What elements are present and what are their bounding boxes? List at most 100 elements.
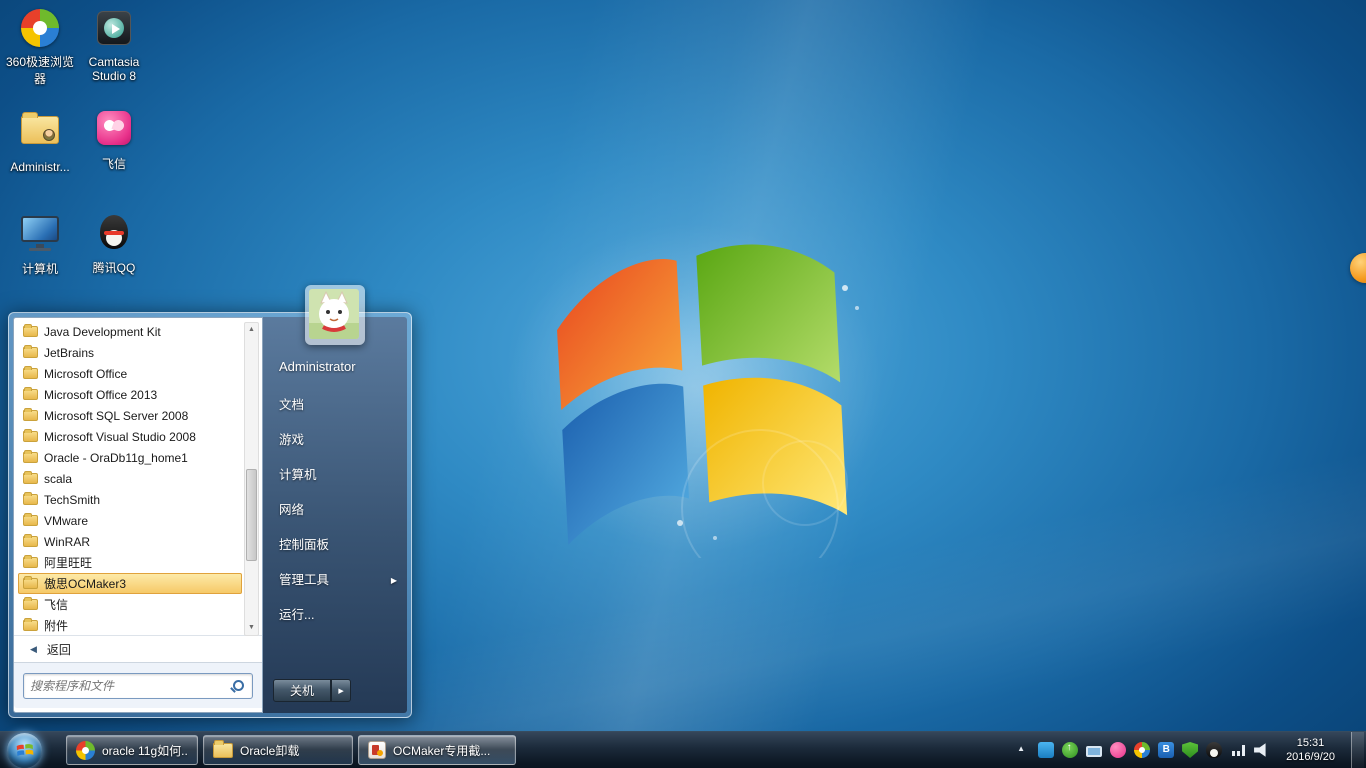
nav-item-games[interactable]: 游戏 xyxy=(263,423,407,458)
fetion-icon[interactable] xyxy=(1110,742,1127,758)
start-menu-program[interactable]: Microsoft Visual Studio 2008 xyxy=(18,426,242,447)
user-avatar[interactable] xyxy=(305,285,365,345)
folder-icon xyxy=(23,576,38,589)
scroll-up-arrow[interactable]: ▲ xyxy=(245,323,258,337)
program-label: Oracle - OraDb11g_home1 xyxy=(44,450,188,465)
taskbar: oracle 11g如何... Oracle卸载 OCMaker专用截... ▲… xyxy=(0,731,1366,768)
user-name[interactable]: Administrator xyxy=(263,359,407,374)
windows-logo xyxy=(507,223,883,558)
volume-icon[interactable] xyxy=(1254,743,1266,757)
start-menu-program[interactable]: Microsoft Office 2013 xyxy=(18,384,242,405)
start-menu-nav: 文档 游戏 计算机 网络 控制面板 管理工具 ▶ 运行... xyxy=(263,388,407,633)
desktop-icon-label: 飞信 xyxy=(101,157,126,171)
desktop-icon-label: Camtasia Studio 8 xyxy=(88,55,140,83)
start-menu-program-selected[interactable]: 傲思OCMaker3 xyxy=(18,573,242,594)
start-menu-right-panel: Administrator 文档 游戏 计算机 网络 控制面板 管理工具 ▶ 运… xyxy=(263,285,407,713)
camtasia-icon xyxy=(97,11,131,45)
360safe-shield-icon[interactable] xyxy=(1182,742,1199,758)
clock-time: 15:31 xyxy=(1296,736,1325,749)
show-desktop-button[interactable] xyxy=(1351,731,1364,768)
start-menu-program[interactable]: VMware xyxy=(18,510,242,531)
system-tray: 15:31 2016/9/20 xyxy=(1014,731,1366,768)
taskbar-clock[interactable]: 15:31 2016/9/20 xyxy=(1278,736,1343,765)
360-browser-icon[interactable] xyxy=(1134,742,1151,758)
nav-item-network[interactable]: 网络 xyxy=(263,493,407,528)
shutdown-options-arrow[interactable]: ▶ xyxy=(331,679,352,702)
folder-icon xyxy=(23,534,38,547)
desktop-icon-camtasia[interactable]: Camtasia Studio 8 xyxy=(76,8,152,83)
taskbar-button-oracle-uninstall[interactable]: Oracle卸载 xyxy=(203,735,353,765)
display-icon[interactable] xyxy=(1086,746,1103,757)
user-folder-icon xyxy=(21,112,59,144)
start-menu-program[interactable]: Java Development Kit xyxy=(18,321,242,342)
nav-item-computer[interactable]: 计算机 xyxy=(263,458,407,493)
program-label: Microsoft Office 2013 xyxy=(44,387,158,402)
search-box[interactable] xyxy=(23,672,253,699)
network-icon[interactable] xyxy=(1230,742,1246,758)
start-menu-program-list: Java Development Kit JetBrains Microsoft… xyxy=(14,318,262,635)
start-menu-program[interactable]: TechSmith xyxy=(18,489,242,510)
back-arrow-icon: ◀ xyxy=(30,643,37,654)
fetion-icon xyxy=(97,111,131,145)
start-menu-program[interactable]: 附件 xyxy=(18,615,242,635)
folder-icon xyxy=(23,597,38,610)
search-input[interactable] xyxy=(30,678,233,693)
program-label: scala xyxy=(44,471,73,486)
back-label: 返回 xyxy=(46,642,71,657)
folder-icon xyxy=(23,387,38,400)
start-menu-program[interactable]: Microsoft SQL Server 2008 xyxy=(18,405,242,426)
program-label: 阿里旺旺 xyxy=(44,556,93,570)
desktop-icon-qq[interactable]: 腾讯QQ xyxy=(76,212,152,276)
avatar-image xyxy=(309,289,359,339)
scroll-down-arrow[interactable]: ▼ xyxy=(245,621,258,635)
program-label: Microsoft SQL Server 2008 xyxy=(44,408,189,423)
program-label: 附件 xyxy=(44,619,69,633)
taskbar-button-oracle-11g[interactable]: oracle 11g如何... xyxy=(66,735,198,765)
qq-icon[interactable] xyxy=(1206,742,1223,758)
desktop-icon-fetion[interactable]: 飞信 xyxy=(76,108,152,172)
program-label: 傲思OCMaker3 xyxy=(44,577,127,591)
desktop-icon-computer[interactable]: 计算机 xyxy=(2,212,78,277)
start-menu-program[interactable]: Oracle - OraDb11g_home1 xyxy=(18,447,242,468)
start-menu-program[interactable]: JetBrains xyxy=(18,342,242,363)
upload-icon[interactable] xyxy=(1062,742,1079,758)
start-menu-program[interactable]: 阿里旺旺 xyxy=(18,552,242,573)
folder-icon xyxy=(23,492,38,505)
start-menu-program[interactable]: Microsoft Office xyxy=(18,363,242,384)
start-menu-program[interactable]: 飞信 xyxy=(18,594,242,615)
clock-date: 2016/9/20 xyxy=(1286,751,1335,763)
360-floating-ball[interactable] xyxy=(1350,253,1366,283)
hidden-icons-arrow[interactable] xyxy=(1014,742,1030,758)
ocmaker-icon xyxy=(368,741,386,759)
shutdown-control: 关机 ▶ xyxy=(273,679,352,702)
start-menu-program[interactable]: scala xyxy=(18,468,242,489)
desktop-icon-label: Administr... xyxy=(10,160,70,174)
bluetooth-icon[interactable] xyxy=(1158,742,1175,758)
qq-icon xyxy=(100,215,128,249)
program-label: WinRAR xyxy=(44,534,91,549)
start-menu-program-panel: Java Development Kit JetBrains Microsoft… xyxy=(13,317,263,713)
folder-icon xyxy=(23,429,38,442)
nav-item-documents[interactable]: 文档 xyxy=(263,388,407,423)
folder-icon xyxy=(23,513,38,526)
nav-item-admin-tools[interactable]: 管理工具 ▶ xyxy=(263,563,407,598)
scrollbar-thumb[interactable] xyxy=(246,469,257,561)
taskbar-button-ocmaker[interactable]: OCMaker专用截... xyxy=(358,735,516,765)
desktop-icon-label: 腾讯QQ xyxy=(92,261,136,275)
nav-item-run[interactable]: 运行... xyxy=(263,598,407,633)
back-button[interactable]: ◀ 返回 xyxy=(14,635,262,662)
nav-item-control-panel[interactable]: 控制面板 xyxy=(263,528,407,563)
folder-icon xyxy=(23,324,38,337)
wangwang-icon[interactable] xyxy=(1038,742,1055,758)
360-browser-icon xyxy=(76,740,95,760)
shutdown-button[interactable]: 关机 xyxy=(273,679,332,702)
start-menu-program[interactable]: WinRAR xyxy=(18,531,242,552)
submenu-arrow-icon: ▶ xyxy=(390,576,397,585)
program-list-scrollbar[interactable]: ▲ ▼ xyxy=(244,322,259,636)
computer-icon xyxy=(21,216,59,251)
desktop-icon-administrator-folder[interactable]: Administr... xyxy=(2,108,78,174)
desktop-icon-360-browser[interactable]: 360极速浏览器 xyxy=(2,8,78,87)
start-button[interactable] xyxy=(7,732,42,768)
desktop: 360极速浏览器 Camtasia Studio 8 Administr... … xyxy=(0,0,1366,768)
folder-icon xyxy=(23,555,38,568)
